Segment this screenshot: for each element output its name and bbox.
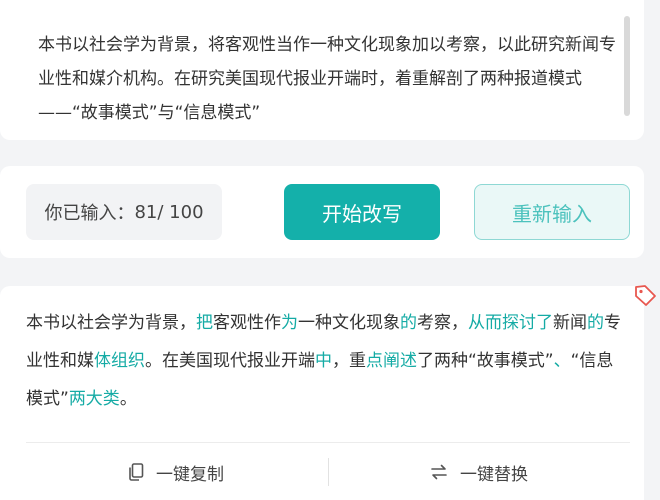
copy-label: 一键复制 [156,464,224,485]
rewritten-segment: 的 [400,313,417,333]
replace-all-button[interactable]: 一键替换 [430,456,528,488]
reset-input-button[interactable]: 重新输入 [474,184,630,240]
start-rewrite-button[interactable]: 开始改写 [284,184,440,240]
result-text: 本书以社会学为背景，把客观性作为一种文化现象的考察，从而探讨了新闻的专业性和媒体… [26,304,622,418]
footer-separator [328,458,329,486]
rewritten-segment: 中 [315,351,332,371]
tag-icon[interactable] [632,283,658,309]
counter-value: 81/ 100 [134,201,204,223]
copy-all-button[interactable]: 一键复制 [128,456,224,488]
rewritten-segment: 为 [281,313,298,333]
char-counter: 你已输入： 81/ 100 [26,184,222,240]
input-scrollbar[interactable] [624,16,630,116]
input-card: 本书以社会学为背景，将客观性当作一种文化现象加以考察，以此研究新闻专业性和媒介机… [0,0,644,140]
rewritten-segment: 点阐述 [366,351,417,371]
rewritten-segment: 把 [196,313,213,333]
swap-icon [430,464,448,480]
counter-label: 你已输入： [44,203,135,224]
replace-label: 一键替换 [460,464,528,485]
result-card: 本书以社会学为背景，把客观性作为一种文化现象的考察，从而探讨了新闻的专业性和媒体… [0,286,644,500]
result-segment: 新闻 [553,313,587,333]
result-segment: ，重 [332,351,366,371]
result-segment: 一种文化现象 [298,313,400,333]
rewritten-segment: 从而探讨了 [468,313,553,333]
rewritten-segment: 的 [587,313,604,333]
rewritten-segment: 两大类 [68,389,120,409]
rewritten-segment: 、 [553,351,571,371]
copy-icon [128,463,144,481]
result-segment: 了两种“故事模式” [417,351,554,371]
result-segment: 。 [119,389,137,409]
result-segment: 考察， [417,313,468,333]
action-bar: 你已输入： 81/ 100 开始改写 重新输入 [0,166,644,258]
input-textarea[interactable]: 本书以社会学为背景，将客观性当作一种文化现象加以考察，以此研究新闻专业性和媒介机… [38,28,618,130]
result-segment: 客观性作 [213,313,281,333]
rewritten-segment: 体组织 [94,351,145,371]
result-segment: 。在美国现代报业开端 [145,351,315,371]
result-segment: 本书以社会学为背景， [26,313,196,333]
result-divider [26,442,630,443]
